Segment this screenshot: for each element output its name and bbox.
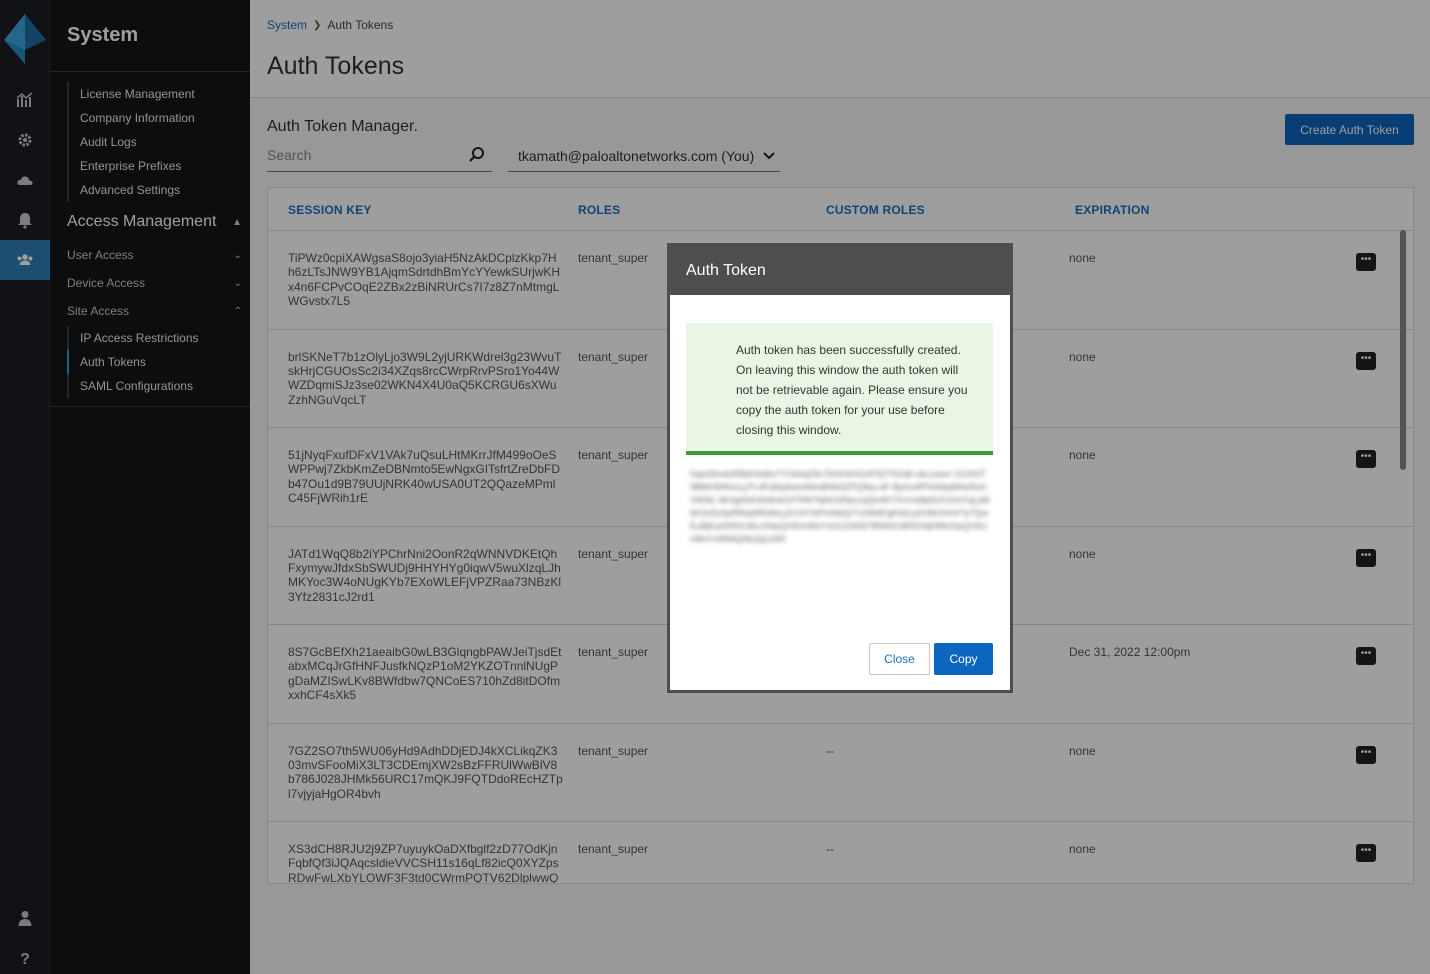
success-message: Auth token has been successfully created… <box>686 323 993 455</box>
auth-token-modal: Auth Token Auth token has been successfu… <box>667 243 1013 693</box>
close-button[interactable]: Close <box>869 643 930 675</box>
copy-button[interactable]: Copy <box>934 643 993 675</box>
token-value[interactable]: hqwDbndsR8dHSdbx7YUkdqZ9c7bHHAHGAT5ZT5Zd… <box>690 468 990 603</box>
modal-title: Auth Token <box>667 243 1013 295</box>
